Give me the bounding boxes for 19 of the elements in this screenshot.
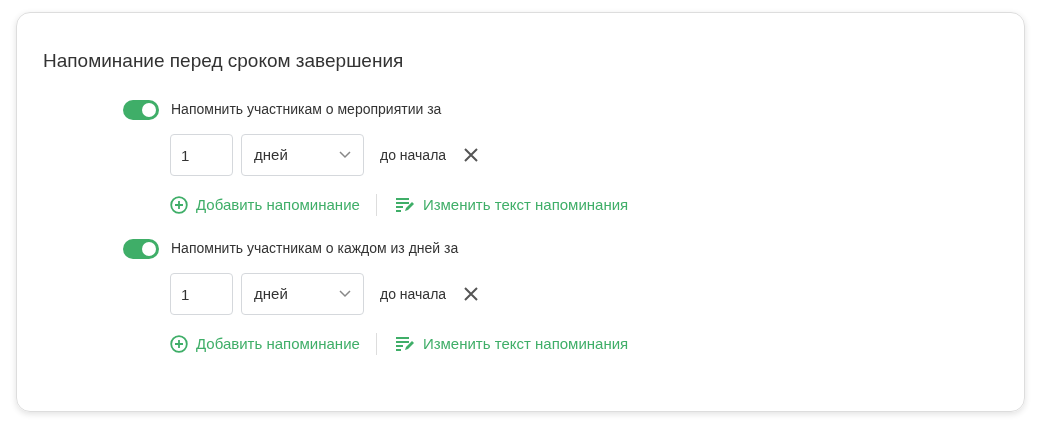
edit-text-icon (394, 197, 415, 213)
close-icon[interactable] (462, 146, 481, 164)
toggle-label: Напомнить участникам о мероприятии за (171, 100, 442, 119)
suffix-label: до начала (380, 284, 447, 304)
toggle-switch[interactable] (123, 99, 159, 120)
plus-circle-icon (170, 335, 188, 353)
unit-select[interactable]: дней (241, 134, 364, 176)
toggle-label: Напомнить участникам о каждом из дней за (171, 239, 459, 258)
toggle-switch[interactable] (123, 238, 159, 259)
suffix-label: до начала (380, 145, 447, 165)
chevron-icon (339, 290, 351, 298)
amount-field[interactable]: 1 (170, 273, 233, 315)
section-title: Напоминание перед сроком завершения (43, 49, 405, 73)
amount-field[interactable]: 1 (170, 134, 233, 176)
edit-text-icon (394, 336, 415, 352)
plus-circle-icon (170, 196, 188, 214)
close-icon[interactable] (462, 285, 481, 303)
chevron-icon (339, 151, 351, 159)
unit-select[interactable]: дней (241, 273, 364, 315)
